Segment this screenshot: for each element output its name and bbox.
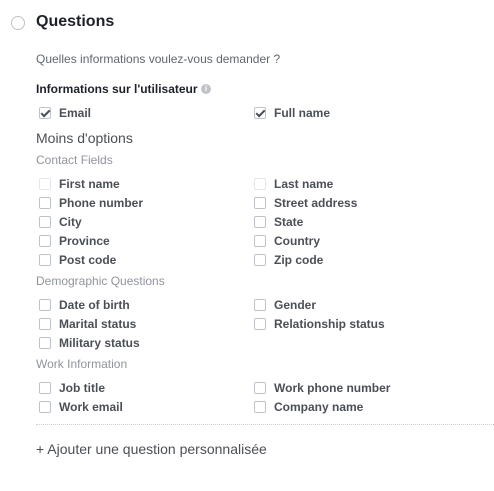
label-zip-code[interactable]: Zip code xyxy=(274,253,323,267)
label-date-of-birth[interactable]: Date of birth xyxy=(59,298,130,312)
checkbox-job-title[interactable] xyxy=(39,382,51,394)
label-work-phone-number[interactable]: Work phone number xyxy=(274,381,390,395)
user-info-heading: Informations sur l'utilisateur xyxy=(36,82,198,96)
checkbox-full-name[interactable] xyxy=(254,107,266,119)
label-military-status[interactable]: Military status xyxy=(59,336,140,350)
checkbox-relationship-status[interactable] xyxy=(254,318,266,330)
checkmark-icon xyxy=(255,107,266,118)
checkmark-icon xyxy=(40,107,51,118)
checkbox-state[interactable] xyxy=(254,216,266,228)
label-post-code[interactable]: Post code xyxy=(59,253,116,267)
divider xyxy=(36,424,494,425)
label-city[interactable]: City xyxy=(59,215,82,229)
checkbox-country[interactable] xyxy=(254,235,266,247)
label-gender[interactable]: Gender xyxy=(274,298,316,312)
contact-fields-heading: Contact Fields xyxy=(36,153,113,167)
label-phone-number[interactable]: Phone number xyxy=(59,196,143,210)
label-company-name[interactable]: Company name xyxy=(274,400,363,414)
checkbox-province[interactable] xyxy=(39,235,51,247)
label-street-address[interactable]: Street address xyxy=(274,196,357,210)
info-icon[interactable]: i xyxy=(201,84,211,94)
checkbox-first-name xyxy=(39,178,51,190)
section-radio[interactable] xyxy=(11,16,25,30)
checkbox-street-address[interactable] xyxy=(254,197,266,209)
checkbox-phone-number[interactable] xyxy=(39,197,51,209)
checkbox-company-name[interactable] xyxy=(254,401,266,413)
checkbox-marital-status[interactable] xyxy=(39,318,51,330)
question-prompt: Quelles informations voulez-vous demande… xyxy=(36,52,281,66)
checkbox-email[interactable] xyxy=(39,107,51,119)
checkbox-post-code[interactable] xyxy=(39,254,51,266)
checkbox-last-name xyxy=(254,178,266,190)
label-country[interactable]: Country xyxy=(274,234,320,248)
label-last-name[interactable]: Last name xyxy=(274,177,333,191)
checkbox-military-status[interactable] xyxy=(39,337,51,349)
label-relationship-status[interactable]: Relationship status xyxy=(274,317,385,331)
label-job-title[interactable]: Job title xyxy=(59,381,105,395)
label-work-email[interactable]: Work email xyxy=(59,400,123,414)
work-information-heading: Work Information xyxy=(36,357,128,371)
checkbox-zip-code[interactable] xyxy=(254,254,266,266)
label-full-name[interactable]: Full name xyxy=(274,106,330,120)
section-title: Questions xyxy=(36,13,115,30)
checkbox-city[interactable] xyxy=(39,216,51,228)
checkbox-gender[interactable] xyxy=(254,299,266,311)
less-options-link[interactable]: Moins d'options xyxy=(36,130,133,146)
label-email[interactable]: Email xyxy=(59,106,91,120)
checkbox-date-of-birth[interactable] xyxy=(39,299,51,311)
checkbox-work-phone-number[interactable] xyxy=(254,382,266,394)
label-marital-status[interactable]: Marital status xyxy=(59,317,136,331)
label-province[interactable]: Province xyxy=(59,234,110,248)
add-custom-question-link[interactable]: + Ajouter une question personnalisée xyxy=(36,441,267,457)
label-state[interactable]: State xyxy=(274,215,303,229)
checkbox-work-email[interactable] xyxy=(39,401,51,413)
demographic-questions-heading: Demographic Questions xyxy=(36,274,165,288)
label-first-name[interactable]: First name xyxy=(59,177,120,191)
